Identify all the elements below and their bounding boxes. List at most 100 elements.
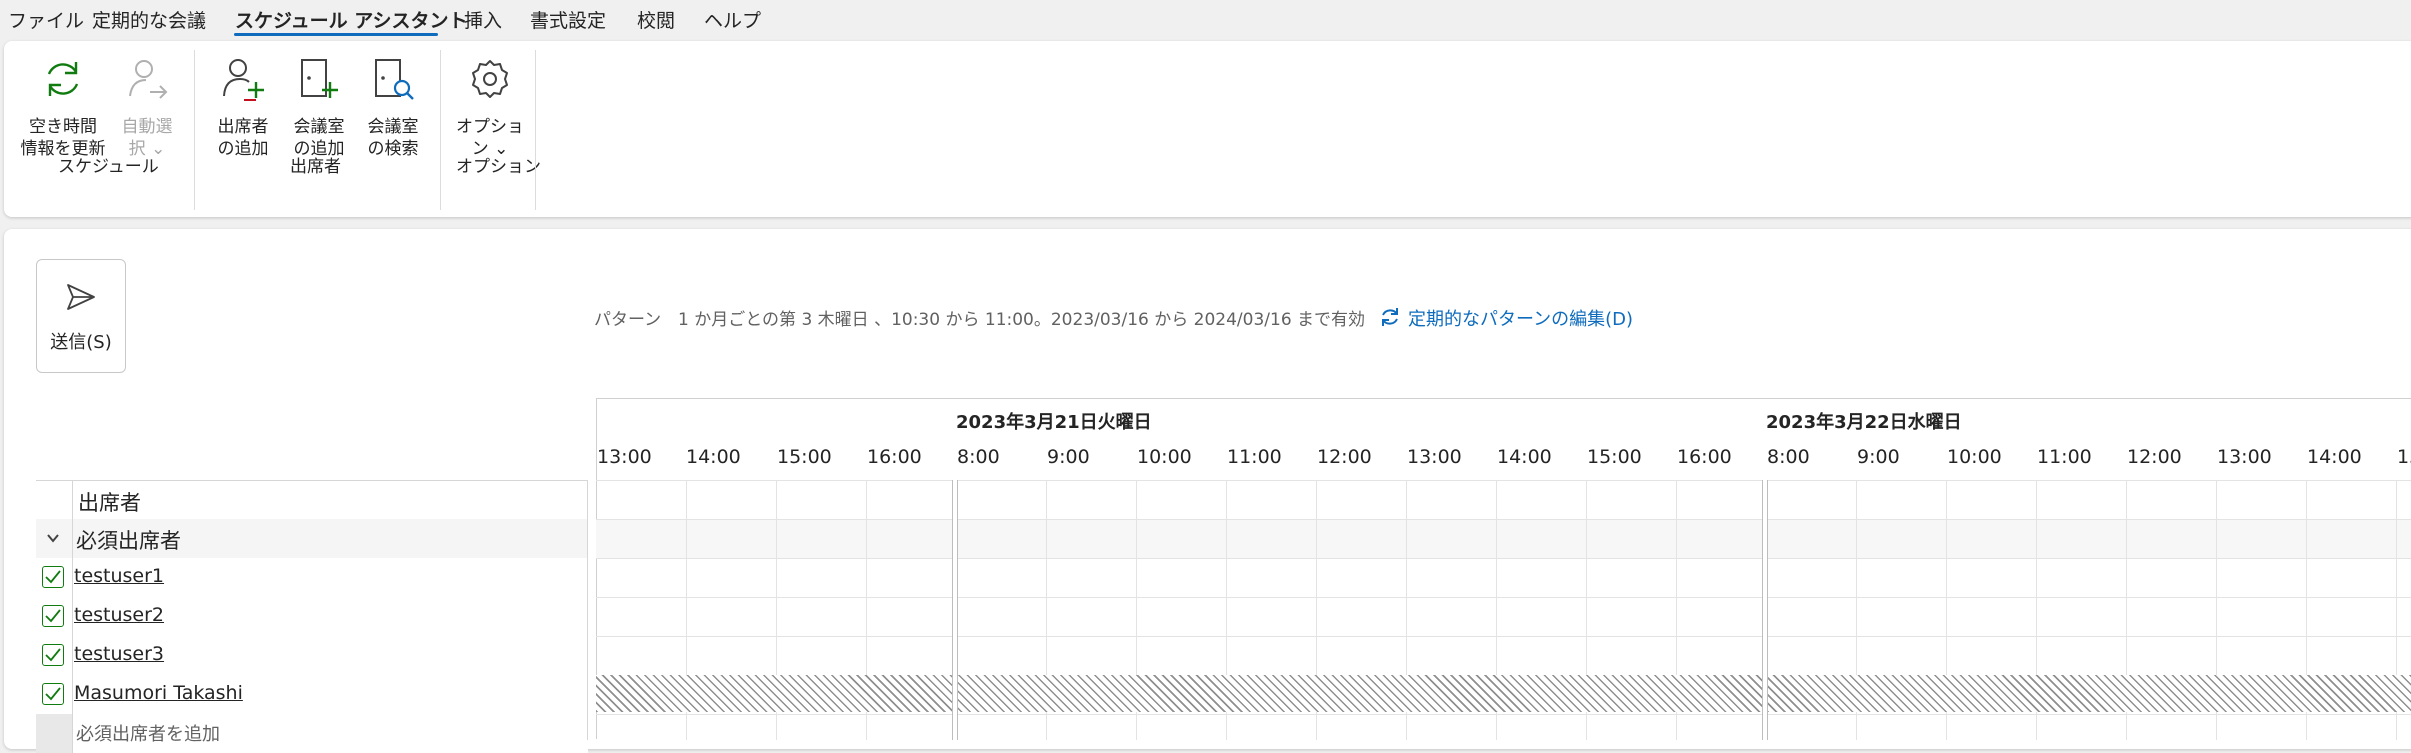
menu-scheduling-assistant[interactable]: スケジュール アシスタント xyxy=(235,6,468,33)
room-search-icon xyxy=(375,59,414,100)
hour-label: 15:00 xyxy=(777,446,832,468)
refresh-free-busy-button[interactable]: 空き時間 情報を更新 xyxy=(18,56,108,166)
hour-label: 13:00 xyxy=(2217,446,2272,468)
active-tab-indicator xyxy=(234,33,438,36)
add-attendee-label-2: の追加 xyxy=(217,139,269,159)
row-gridline xyxy=(596,558,2411,559)
hour-label: 14:00 xyxy=(1497,446,1552,468)
auto-pick-button[interactable]: 自動選 択 ⌄ xyxy=(112,56,182,166)
send-button[interactable]: 送信(S) xyxy=(36,259,126,373)
hour-label: 14:00 xyxy=(686,446,741,468)
menu-bar: ファイル 定期的な会議 スケジュール アシスタント 挿入 書式設定 校閲 ヘルプ xyxy=(0,0,2411,40)
search-room-button[interactable]: 会議室 の検索 xyxy=(358,56,428,166)
attendee-row: testuser3 xyxy=(36,636,588,676)
attendee-row: Masumori Takashi xyxy=(36,675,588,715)
required-group-row[interactable]: 必須出席者 xyxy=(36,519,588,559)
attendee-name[interactable]: testuser1 xyxy=(74,565,164,587)
hour-label: 10:00 xyxy=(1137,446,1192,468)
attendee-name[interactable]: testuser2 xyxy=(74,604,164,626)
row-gridline xyxy=(596,714,2411,715)
row-gutter xyxy=(36,481,73,520)
refresh-label-1: 空き時間 xyxy=(29,117,97,137)
attendee-header-row: 出席者 xyxy=(36,480,588,521)
checkmark-icon xyxy=(45,609,61,623)
menu-format[interactable]: 書式設定 xyxy=(530,6,606,33)
row-gridline xyxy=(596,480,2411,481)
required-group-label: 必須出席者 xyxy=(76,529,181,553)
menu-recurring-meeting[interactable]: 定期的な会議 xyxy=(92,6,206,33)
chevron-down-icon[interactable] xyxy=(44,529,62,547)
menu-review[interactable]: 校閲 xyxy=(637,6,675,33)
attendee-panel: 出席者 必須出席者 testuser1 testuser2 testuser3 … xyxy=(36,480,588,753)
hour-label: 10:00 xyxy=(1947,446,2002,468)
hour-label: 8:00 xyxy=(957,446,1000,468)
hour-label: 12:00 xyxy=(2127,446,2182,468)
attendee-name[interactable]: testuser3 xyxy=(74,643,164,665)
row-gutter xyxy=(36,558,73,597)
edit-pattern-link[interactable]: 定期的なパターンの編集(D) xyxy=(1382,305,1634,331)
attendee-checkbox[interactable] xyxy=(42,683,64,705)
menu-file[interactable]: ファイル xyxy=(8,6,84,33)
add-room-icon xyxy=(301,59,338,98)
send-icon xyxy=(67,284,95,310)
day-separator xyxy=(1762,480,1768,740)
hour-label: 12:00 xyxy=(1317,446,1372,468)
add-required-attendee-input[interactable]: 必須出席者を追加 xyxy=(76,720,220,746)
hour-label: 11:00 xyxy=(1227,446,1282,468)
group-label-attendees: 出席者 xyxy=(290,157,341,177)
group-label-options: オプション xyxy=(456,157,541,177)
options-button[interactable]: オプショ ン ⌄ xyxy=(454,56,526,166)
ribbon-separator xyxy=(535,50,536,210)
attendee-row: testuser2 xyxy=(36,597,588,637)
add-attendee-row[interactable]: 必須出席者を追加 xyxy=(36,714,588,753)
search-room-label-1: 会議室 xyxy=(367,117,419,137)
add-room-button[interactable]: 会議室 の追加 xyxy=(284,56,354,166)
hour-label: 13:00 xyxy=(1407,446,1462,468)
row-gridline xyxy=(596,597,2411,598)
gear-icon xyxy=(472,60,508,98)
free-busy-unknown-bar xyxy=(596,675,2411,712)
hour-label: 8:00 xyxy=(1767,446,1810,468)
add-room-label-1: 会議室 xyxy=(293,117,345,137)
menu-insert[interactable]: 挿入 xyxy=(464,6,502,33)
checkmark-icon xyxy=(45,570,61,584)
group-label-schedule: スケジュール xyxy=(58,157,159,177)
required-group-timeline-row xyxy=(596,519,2411,558)
row-gutter xyxy=(36,675,73,714)
row-gutter xyxy=(36,636,73,675)
edit-pattern-label: 定期的なパターンの編集(D) xyxy=(1408,309,1634,330)
attendee-checkbox[interactable] xyxy=(42,566,64,588)
attendee-header: 出席者 xyxy=(78,491,141,515)
hour-label: 14:00 xyxy=(2307,446,2362,468)
row-gutter xyxy=(36,597,73,636)
refresh-icon xyxy=(47,62,79,96)
ribbon-separator xyxy=(440,50,441,210)
row-gridline xyxy=(596,519,2411,520)
hour-label: 13:00 xyxy=(597,446,652,468)
hour-label: 11:00 xyxy=(2037,446,2092,468)
date-header: 2023年3月21日火曜日 xyxy=(956,412,1152,433)
day-separator xyxy=(952,480,958,740)
checkmark-icon xyxy=(45,648,61,662)
date-header: 2023年3月22日水曜日 xyxy=(1766,412,1962,433)
attendee-checkbox[interactable] xyxy=(42,605,64,627)
ribbon-separator xyxy=(194,50,195,210)
hour-label: 15:00 xyxy=(1587,446,1642,468)
pattern-label: パターン xyxy=(594,310,662,330)
hour-label: 9:00 xyxy=(1857,446,1900,468)
hour-label: 15: xyxy=(2397,446,2411,468)
add-attendee-label-1: 出席者 xyxy=(217,117,269,137)
row-gutter xyxy=(36,519,73,558)
add-person-icon xyxy=(223,59,264,101)
attendee-checkbox[interactable] xyxy=(42,644,64,666)
hour-label: 16:00 xyxy=(1677,446,1732,468)
menu-help[interactable]: ヘルプ xyxy=(704,6,761,33)
add-attendee-button[interactable]: 出席者 の追加 xyxy=(208,56,278,166)
hour-label: 9:00 xyxy=(1047,446,1090,468)
row-gutter xyxy=(36,714,73,753)
row-gridline xyxy=(596,636,2411,637)
attendee-name[interactable]: Masumori Takashi xyxy=(74,682,243,704)
checkmark-icon xyxy=(45,687,61,701)
panel-border xyxy=(587,480,588,740)
refresh-icon xyxy=(1382,308,1398,326)
